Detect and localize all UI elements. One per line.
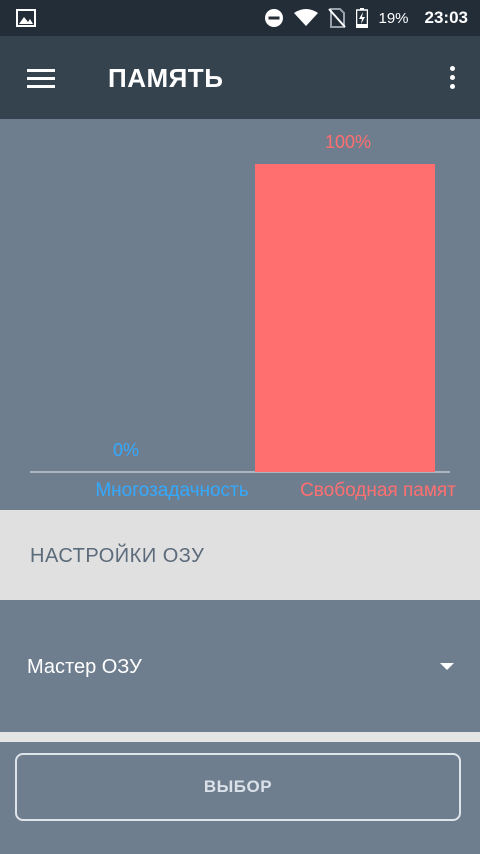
do-not-disturb-icon — [265, 9, 284, 27]
settings-header-label: НАСТРОЙКИ ОЗУ — [30, 545, 205, 567]
battery-percent: 19% — [378, 9, 409, 27]
memory-bar-chart: 0% Многозадачность 100% Свободная памят — [30, 132, 456, 501]
bar-value-label-1: 100% — [325, 132, 371, 152]
dropdown-value: Мастер ОЗУ — [27, 656, 142, 678]
battery-charging-icon — [356, 8, 369, 28]
bottom-area: ВЫБОР — [0, 742, 480, 854]
page-title: ПАМЯТЬ — [108, 63, 224, 93]
no-sim-icon — [328, 8, 347, 28]
ram-mode-dropdown[interactable]: Мастер ОЗУ — [0, 600, 480, 732]
choose-button[interactable]: ВЫБОР — [15, 753, 461, 821]
image-icon — [16, 9, 36, 27]
bar-value-label-0: 0% — [113, 440, 139, 460]
category-label-1: Свободная памят — [300, 480, 456, 501]
wifi-icon — [294, 9, 319, 26]
category-label-0: Многозадачность — [95, 480, 248, 501]
memory-chart: 0% Многозадачность 100% Свободная памят — [0, 119, 480, 510]
settings-header: НАСТРОЙКИ ОЗУ — [0, 510, 480, 600]
clock: 23:03 — [424, 8, 468, 27]
divider — [0, 732, 480, 742]
bar-1 — [255, 164, 435, 472]
app-bar: ПАМЯТЬ — [0, 36, 480, 119]
status-bar: 19% 23:03 — [0, 0, 480, 36]
hamburger-menu-icon[interactable] — [22, 64, 58, 92]
more-vertical-icon[interactable] — [444, 63, 460, 93]
dropdown-arrow-icon — [440, 663, 454, 670]
